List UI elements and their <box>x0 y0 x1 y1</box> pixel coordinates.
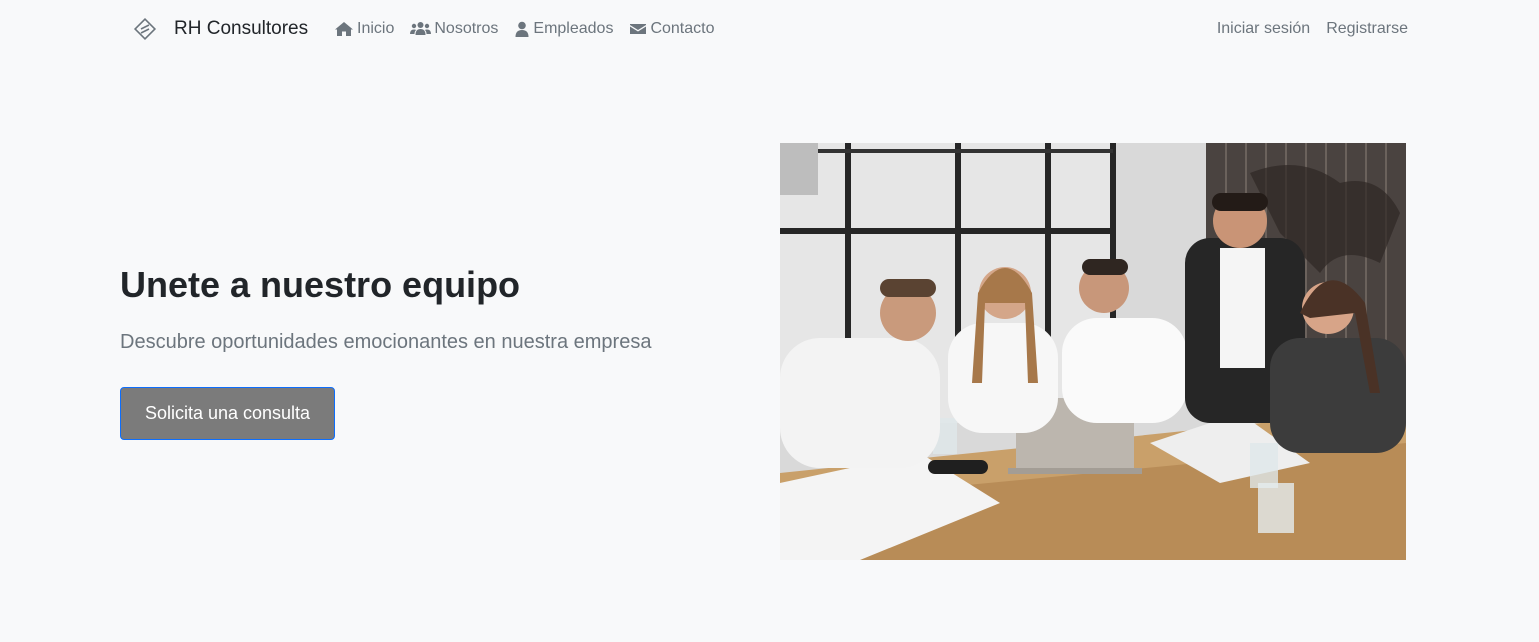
home-icon <box>335 22 353 36</box>
nav-inicio-label: Inicio <box>357 20 395 37</box>
register-link[interactable]: Registrarse <box>1326 20 1408 38</box>
user-icon <box>515 21 529 37</box>
nav-inicio[interactable]: Inicio <box>334 20 394 38</box>
users-icon <box>410 22 432 35</box>
hero-subtitle: Descubre oportunidades emocionantes en n… <box>120 331 652 353</box>
nav-empleados-label: Empleados <box>533 20 614 37</box>
nav-empleados[interactable]: Empleados <box>514 20 613 38</box>
login-link[interactable]: Iniciar sesión <box>1217 20 1310 38</box>
team-meeting-photo <box>780 143 1406 560</box>
hero-title: Unete a nuestro equipo <box>120 264 521 305</box>
main-nav: Inicio Nosotros Empleados Contacto <box>334 20 730 38</box>
navbar: RH Consultores Inicio Nosotros Empleados… <box>0 0 1539 60</box>
brand-name: RH Consultores <box>174 18 309 39</box>
nav-contacto[interactable]: Contacto <box>629 20 714 38</box>
nav-contacto-label: Contacto <box>650 20 715 37</box>
diamond-logo-icon <box>133 17 157 41</box>
consult-button[interactable]: Solicita una consulta <box>120 387 335 440</box>
envelope-icon <box>630 24 647 34</box>
nav-nosotros-label: Nosotros <box>434 20 499 37</box>
photo-illustration <box>780 143 1406 560</box>
nav-nosotros[interactable]: Nosotros <box>410 20 498 38</box>
brand-link[interactable]: RH Consultores <box>133 16 308 42</box>
auth-nav: Iniciar sesión Registrarse <box>1201 20 1408 38</box>
